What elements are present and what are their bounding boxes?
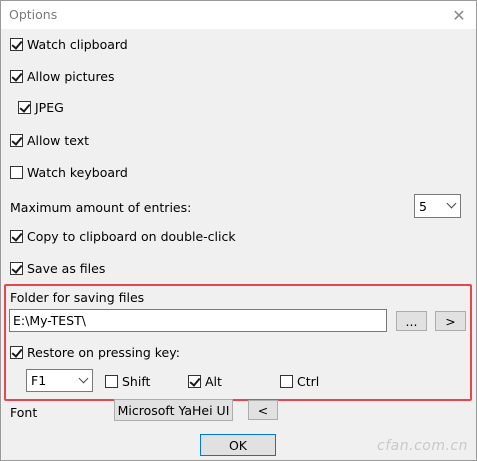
jpeg-label: JPEG — [35, 99, 64, 115]
browse-folder-label: ... — [405, 313, 418, 329]
allow-text-option[interactable]: Allow text — [10, 130, 89, 150]
watch-keyboard-option[interactable]: Watch keyboard — [10, 162, 128, 182]
allow-pictures-checkbox[interactable] — [10, 69, 23, 83]
copy-on-double-click-option[interactable]: Copy to clipboard on double-click — [10, 226, 236, 246]
folder-section-title: Folder for saving files — [10, 287, 144, 307]
restore-on-key-label: Restore on pressing key: — [27, 344, 180, 360]
watermark: cfan.com.cn — [377, 438, 468, 454]
max-entries-select[interactable]: 5 — [414, 194, 461, 218]
reset-font-label: < — [257, 402, 269, 418]
watch-keyboard-checkbox[interactable] — [10, 165, 23, 179]
reset-font-button[interactable]: < — [248, 400, 278, 420]
font-label: Font — [10, 404, 38, 420]
alt-label: Alt — [205, 373, 222, 389]
save-as-files-option[interactable]: Save as files — [10, 258, 105, 278]
window-title: Options — [9, 7, 58, 22]
close-icon: ✕ — [452, 5, 466, 25]
shift-checkbox[interactable] — [105, 374, 118, 388]
save-as-files-label: Save as files — [27, 260, 106, 276]
restore-on-key-option[interactable]: Restore on pressing key: — [10, 342, 180, 362]
title-bar: Options ✕ — [1, 1, 476, 29]
folder-label: Folder for saving files — [10, 289, 145, 305]
close-button[interactable]: ✕ — [442, 1, 476, 29]
ok-button[interactable]: OK — [200, 434, 276, 456]
jpeg-checkbox[interactable] — [18, 100, 31, 114]
allow-pictures-option[interactable]: Allow pictures — [10, 66, 115, 86]
max-entries-value: 5 — [419, 198, 427, 214]
hotkey-value: F1 — [31, 373, 47, 388]
open-folder-button[interactable]: > — [435, 311, 466, 331]
watch-clipboard-checkbox[interactable] — [10, 37, 23, 51]
alt-option[interactable]: Alt — [188, 371, 222, 391]
folder-path-value: E:\My-TEST\ — [13, 313, 86, 328]
chevron-down-icon — [78, 373, 89, 383]
jpeg-option[interactable]: JPEG — [18, 97, 64, 117]
shift-option[interactable]: Shift — [105, 371, 150, 391]
allow-text-label: Allow text — [27, 132, 90, 148]
font-value: Microsoft YaHei UI — [117, 402, 230, 418]
max-entries-row: Maximum amount of entries: — [10, 197, 191, 217]
ctrl-checkbox[interactable] — [280, 374, 293, 388]
max-entries-label: Maximum amount of entries: — [10, 199, 192, 215]
save-as-files-checkbox[interactable] — [10, 261, 23, 275]
copy-on-double-click-label: Copy to clipboard on double-click — [27, 228, 236, 244]
watch-clipboard-option[interactable]: Watch clipboard — [10, 34, 128, 54]
ok-label: OK — [228, 437, 248, 453]
copy-on-double-click-checkbox[interactable] — [10, 229, 23, 243]
watch-keyboard-label: Watch keyboard — [27, 164, 128, 180]
font-button[interactable]: Microsoft YaHei UI — [114, 399, 233, 421]
shift-label: Shift — [122, 373, 151, 389]
options-dialog: Options ✕ Watch clipboard Allow pictures… — [0, 0, 477, 461]
allow-text-checkbox[interactable] — [10, 133, 23, 147]
chevron-down-icon — [446, 198, 457, 209]
font-row: Font — [10, 402, 37, 422]
watch-clipboard-label: Watch clipboard — [27, 36, 128, 52]
folder-path-input[interactable]: E:\My-TEST\ — [9, 309, 387, 332]
ctrl-label: Ctrl — [297, 373, 320, 389]
allow-pictures-label: Allow pictures — [27, 68, 115, 84]
alt-checkbox[interactable] — [188, 374, 201, 388]
hotkey-select[interactable]: F1 — [26, 369, 93, 392]
ctrl-option[interactable]: Ctrl — [280, 371, 319, 391]
restore-on-key-checkbox[interactable] — [10, 345, 23, 359]
open-folder-label: > — [445, 313, 456, 329]
browse-folder-button[interactable]: ... — [396, 311, 427, 331]
